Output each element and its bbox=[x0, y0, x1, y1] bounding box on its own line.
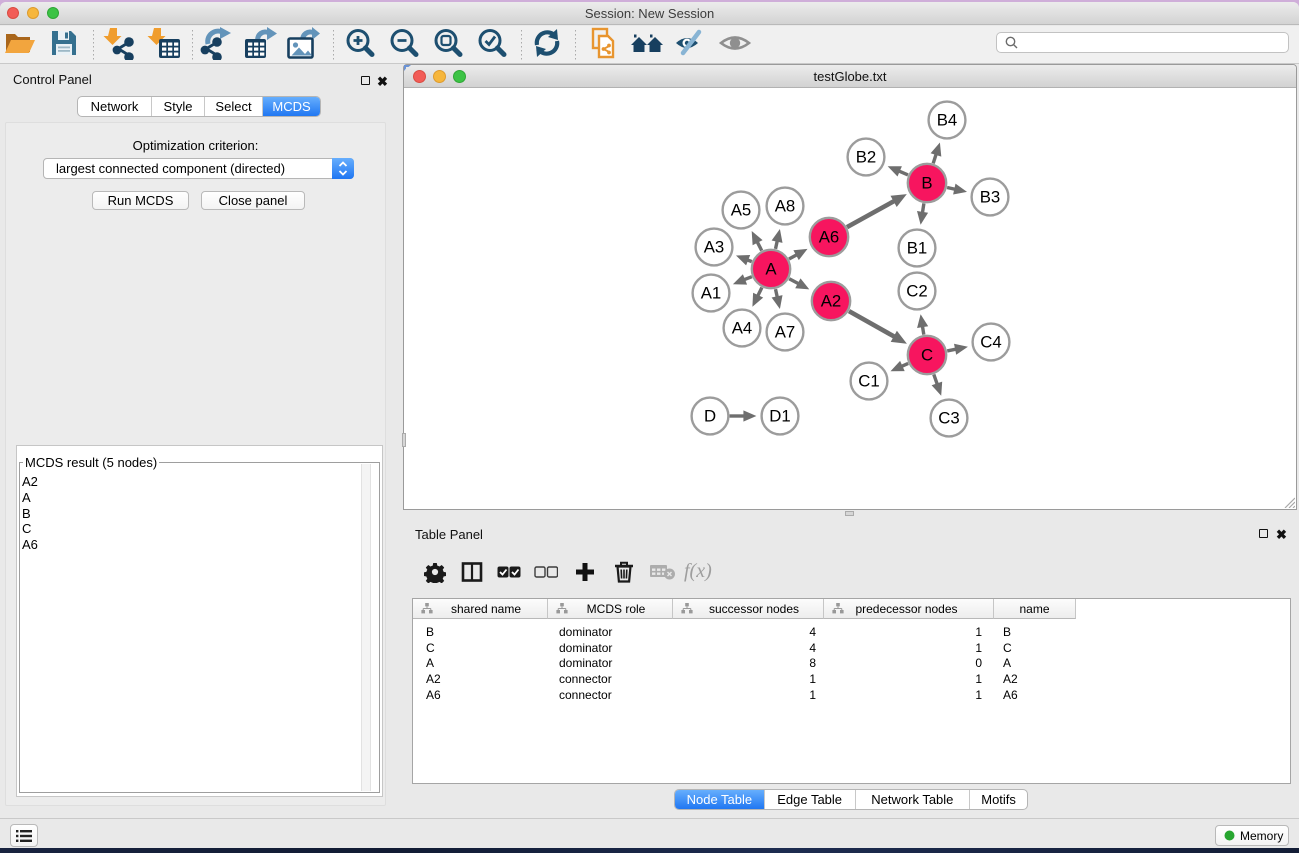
svg-text:B3: B3 bbox=[980, 188, 1001, 207]
svg-text:B: B bbox=[921, 174, 932, 193]
svg-text:A2: A2 bbox=[821, 292, 842, 311]
svg-text:B2: B2 bbox=[856, 148, 877, 167]
svg-text:A6: A6 bbox=[819, 228, 840, 247]
svg-text:D1: D1 bbox=[769, 407, 790, 426]
svg-text:A4: A4 bbox=[732, 319, 753, 338]
svg-text:A3: A3 bbox=[704, 238, 725, 257]
svg-text:B4: B4 bbox=[937, 111, 958, 130]
svg-text:A8: A8 bbox=[775, 197, 796, 216]
svg-text:D: D bbox=[704, 407, 716, 426]
svg-text:A1: A1 bbox=[701, 284, 722, 303]
svg-text:C4: C4 bbox=[980, 333, 1001, 352]
svg-text:C3: C3 bbox=[938, 409, 959, 428]
svg-text:C2: C2 bbox=[906, 282, 927, 301]
svg-text:B1: B1 bbox=[907, 239, 928, 258]
svg-text:C1: C1 bbox=[858, 372, 879, 391]
svg-text:C: C bbox=[921, 346, 933, 365]
svg-text:A7: A7 bbox=[775, 323, 796, 342]
svg-text:A: A bbox=[765, 260, 777, 279]
svg-text:A5: A5 bbox=[731, 201, 752, 220]
